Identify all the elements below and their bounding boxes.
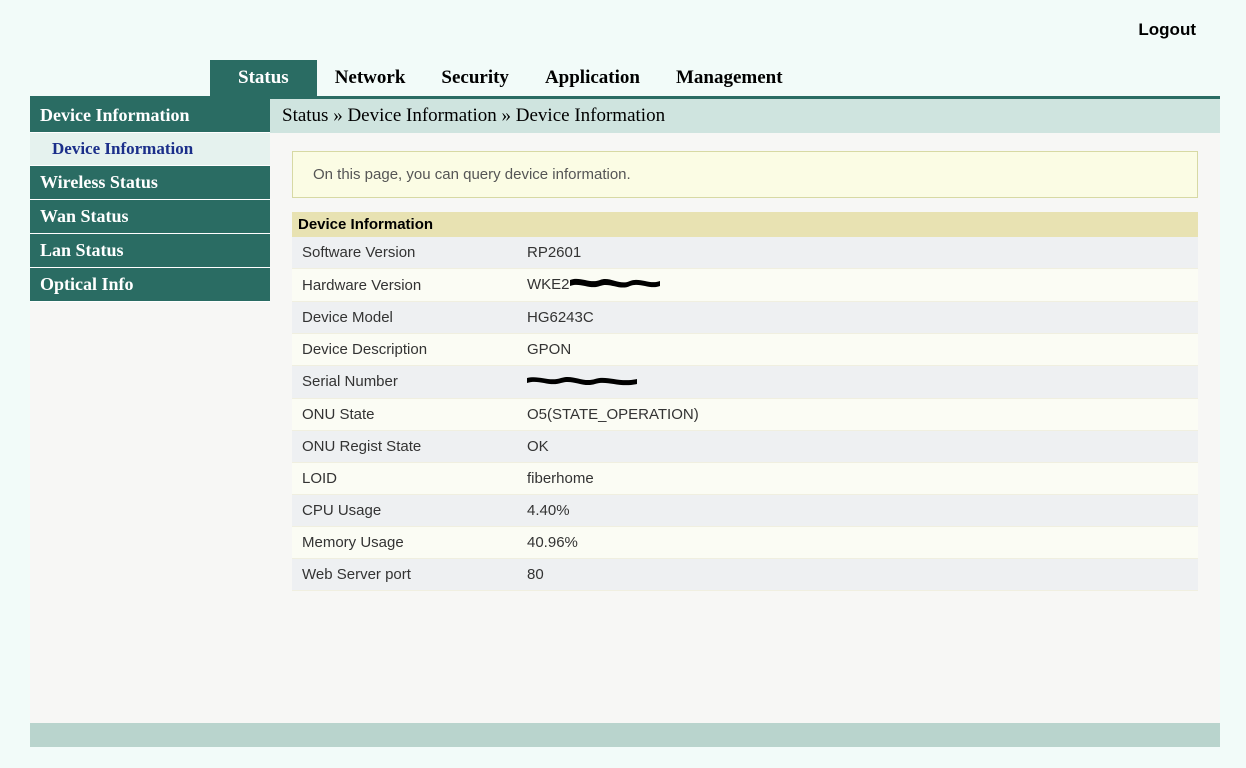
table-row: Hardware Version WKE2 (292, 269, 1198, 302)
tab-security[interactable]: Security (423, 60, 527, 96)
sidebar-item-optical-info[interactable]: Optical Info (30, 268, 270, 302)
value-onu-state: O5(STATE_OPERATION) (517, 398, 1198, 430)
value-device-description: GPON (517, 334, 1198, 366)
label-serial-number: Serial Number (292, 366, 517, 399)
redacted-icon (570, 276, 660, 294)
body-row: Device Information Device Information Wi… (30, 96, 1220, 726)
label-device-model: Device Model (292, 302, 517, 334)
label-memory-usage: Memory Usage (292, 526, 517, 558)
top-tabs: Status Network Security Application Mana… (30, 60, 1220, 96)
label-onu-state: ONU State (292, 398, 517, 430)
tab-management[interactable]: Management (658, 60, 801, 96)
app-container: Status Network Security Application Mana… (30, 60, 1220, 726)
value-web-server-port: 80 (517, 558, 1198, 590)
sidebar-subitem-device-information[interactable]: Device Information (30, 133, 270, 166)
label-device-description: Device Description (292, 334, 517, 366)
label-onu-regist-state: ONU Regist State (292, 430, 517, 462)
table-row: Memory Usage 40.96% (292, 526, 1198, 558)
value-device-model: HG6243C (517, 302, 1198, 334)
label-software-version: Software Version (292, 237, 517, 269)
breadcrumb-sep: » (497, 105, 516, 126)
label-cpu-usage: CPU Usage (292, 494, 517, 526)
value-hardware-version-prefix: WKE2 (527, 276, 570, 293)
label-hardware-version: Hardware Version (292, 269, 517, 302)
page-description: On this page, you can query device infor… (292, 151, 1198, 198)
breadcrumb-sep: » (328, 105, 347, 126)
value-onu-regist-state: OK (517, 430, 1198, 462)
redacted-icon (527, 374, 637, 391)
value-cpu-usage: 4.40% (517, 494, 1198, 526)
value-memory-usage: 40.96% (517, 526, 1198, 558)
footer-bar (30, 723, 1220, 747)
sidebar: Device Information Device Information Wi… (30, 99, 270, 726)
main-panel: Status » Device Information » Device Inf… (270, 99, 1220, 726)
table-row: ONU State O5(STATE_OPERATION) (292, 398, 1198, 430)
table-row: ONU Regist State OK (292, 430, 1198, 462)
table-row: Serial Number (292, 366, 1198, 399)
breadcrumb: Status » Device Information » Device Inf… (270, 99, 1220, 133)
sidebar-item-device-information[interactable]: Device Information (30, 99, 270, 133)
table-section-header: Device Information (292, 212, 1198, 237)
value-serial-number (517, 366, 1198, 399)
tab-status[interactable]: Status (210, 60, 317, 96)
table-row: Device Description GPON (292, 334, 1198, 366)
value-software-version: RP2601 (517, 237, 1198, 269)
logout-link[interactable]: Logout (1138, 20, 1196, 40)
value-loid: fiberhome (517, 462, 1198, 494)
value-hardware-version: WKE2 (517, 269, 1198, 302)
main-inner: On this page, you can query device infor… (270, 133, 1220, 609)
table-row: Device Model HG6243C (292, 302, 1198, 334)
tab-application[interactable]: Application (527, 60, 658, 96)
table-row: LOID fiberhome (292, 462, 1198, 494)
label-web-server-port: Web Server port (292, 558, 517, 590)
device-info-table: Device Information Software Version RP26… (292, 212, 1198, 591)
sidebar-item-wan-status[interactable]: Wan Status (30, 200, 270, 234)
label-loid: LOID (292, 462, 517, 494)
table-row: Web Server port 80 (292, 558, 1198, 590)
breadcrumb-part-1: Device Information (347, 105, 496, 126)
breadcrumb-part-0: Status (282, 105, 328, 126)
table-row: Software Version RP2601 (292, 237, 1198, 269)
table-row: CPU Usage 4.40% (292, 494, 1198, 526)
sidebar-item-wireless-status[interactable]: Wireless Status (30, 166, 270, 200)
sidebar-item-lan-status[interactable]: Lan Status (30, 234, 270, 268)
breadcrumb-part-2: Device Information (516, 105, 665, 126)
tab-network[interactable]: Network (317, 60, 424, 96)
